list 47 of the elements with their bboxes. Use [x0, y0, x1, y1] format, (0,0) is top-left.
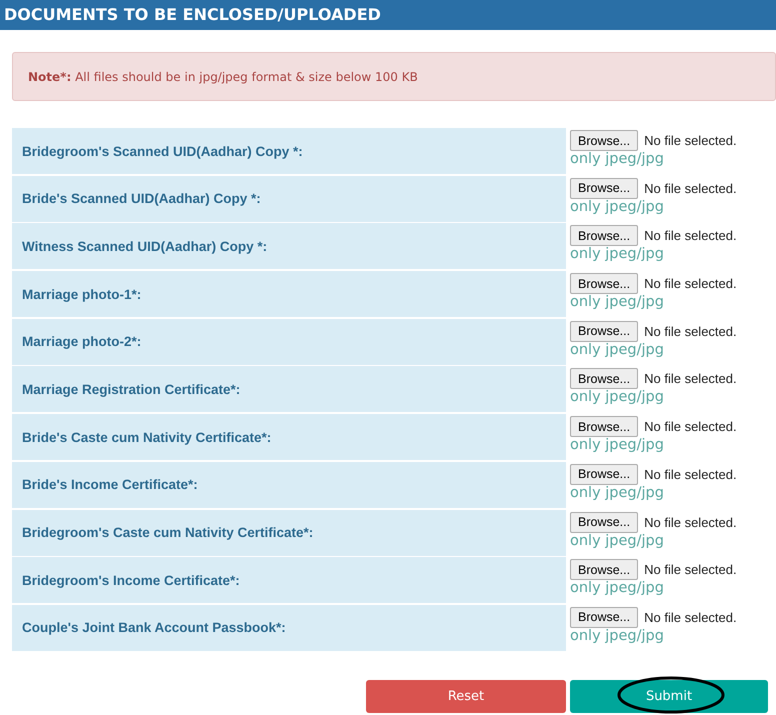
reset-button[interactable]: Reset [366, 680, 566, 713]
field-label: Bride's Caste cum Nativity Certificate*: [12, 414, 566, 460]
browse-button[interactable]: Browse... [570, 178, 638, 199]
field-label: Bride's Scanned UID(Aadhar) Copy *: [12, 176, 566, 222]
format-hint: only jpeg/jpg [570, 437, 665, 454]
field-label: Marriage Registration Certificate*: [12, 366, 566, 412]
note-alert: Note*: All files should be in jpg/jpeg format & size below 100 KB [12, 52, 776, 101]
file-status: No file selected. [644, 419, 737, 434]
section-header: DOCUMENTS TO BE ENCLOSED/UPLOADED [0, 0, 776, 30]
browse-button[interactable]: Browse... [570, 464, 638, 485]
field-label: Couple's Joint Bank Account Passbook*: [12, 604, 566, 651]
format-hint: only jpeg/jpg [570, 580, 665, 596]
browse-button[interactable]: Browse... [570, 368, 638, 390]
format-hint: only jpeg/jpg [570, 151, 665, 167]
file-status: No file selected. [644, 562, 737, 578]
browse-button[interactable]: Browse... [570, 130, 638, 151]
file-status: No file selected. [644, 180, 737, 196]
file-status: No file selected. [644, 371, 737, 386]
format-hint: only jpeg/jpg [570, 198, 665, 215]
browse-button[interactable]: Browse... [570, 416, 638, 438]
field-label: Marriage photo-2*: [12, 318, 566, 365]
file-status: No file selected. [644, 133, 737, 148]
browse-button[interactable]: Browse... [570, 225, 638, 246]
file-status: No file selected. [644, 466, 737, 482]
format-hint: only jpeg/jpg [570, 294, 665, 310]
format-hint: only jpeg/jpg [570, 628, 665, 644]
browse-button[interactable]: Browse... [570, 320, 638, 342]
file-status: No file selected. [644, 514, 737, 530]
format-hint: only jpeg/jpg [570, 484, 665, 501]
file-status: No file selected. [644, 610, 737, 625]
browse-button[interactable]: Browse... [570, 559, 638, 580]
format-hint: only jpeg/jpg [570, 532, 665, 548]
format-hint: only jpeg/jpg [570, 389, 665, 406]
format-hint: only jpeg/jpg [570, 246, 665, 262]
file-status: No file selected. [644, 228, 737, 244]
field-label: Bridegroom's Scanned UID(Aadhar) Copy *: [12, 128, 566, 174]
field-label: Bridegroom's Caste cum Nativity Certificate*: [12, 510, 566, 556]
browse-button[interactable]: Browse... [570, 273, 638, 294]
browse-button[interactable]: Browse... [570, 512, 638, 532]
field-label: Witness Scanned UID(Aadhar) Copy *: [12, 223, 566, 270]
file-status: No file selected. [644, 324, 737, 339]
field-label: Bride's Income Certificate*: [12, 462, 566, 508]
format-hint: only jpeg/jpg [570, 342, 665, 358]
browse-button[interactable]: Browse... [570, 606, 638, 628]
field-label: Marriage photo-1*: [12, 271, 566, 318]
file-status: No file selected. [644, 276, 737, 292]
field-label: Bridegroom's Income Certificate*: [12, 557, 566, 604]
